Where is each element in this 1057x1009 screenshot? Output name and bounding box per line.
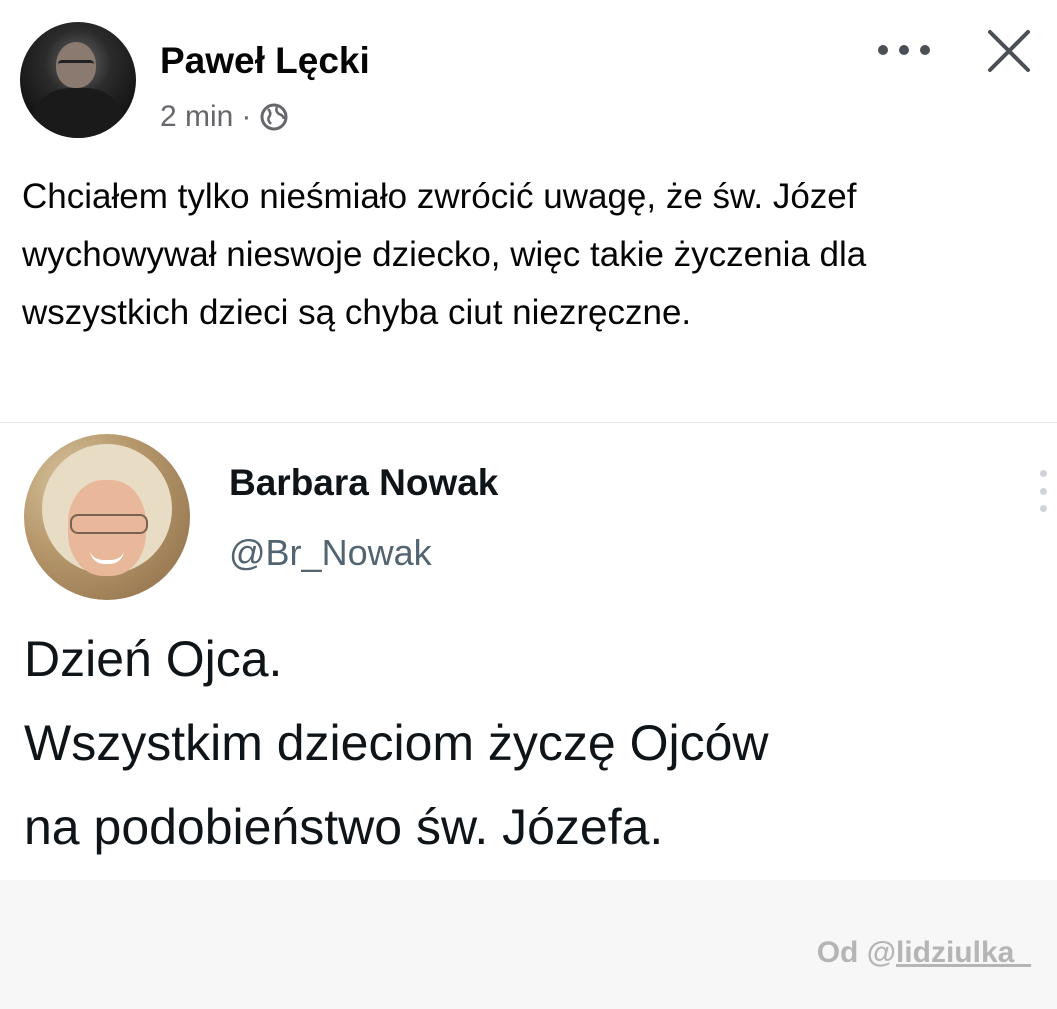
credit-watermark: Od @lidziulka_ bbox=[817, 936, 1031, 970]
post-meta: 2 min · bbox=[160, 100, 289, 134]
author-avatar[interactable] bbox=[20, 22, 136, 138]
tweet-line: Wszystkim dzieciom życzę Ojców bbox=[24, 715, 769, 771]
credit-prefix: Od @ bbox=[816, 936, 896, 969]
post-text: Chciałem tylko nieśmiało zwrócić uwagę, … bbox=[22, 177, 867, 332]
tweet-text: Dzień Ojca. Wszystkim dzieciom życzę Ojc… bbox=[24, 617, 1044, 869]
more-vertical-icon[interactable] bbox=[1040, 470, 1048, 512]
author-name[interactable]: Paweł Lęcki bbox=[160, 40, 370, 82]
meta-separator: · bbox=[241, 100, 252, 133]
tweet-line: na podobieństwo św. Józefa. bbox=[24, 799, 664, 855]
post-header: Paweł Lęcki 2 min · bbox=[0, 0, 1057, 160]
post-time[interactable]: 2 min bbox=[160, 100, 233, 134]
tweet-author-handle[interactable]: @Br_Nowak bbox=[229, 532, 432, 574]
tweet-author-name[interactable]: Barbara Nowak bbox=[229, 462, 498, 504]
globe-icon bbox=[260, 103, 288, 131]
tweet-author-avatar[interactable] bbox=[24, 434, 190, 600]
divider bbox=[0, 422, 1057, 423]
more-horizontal-icon[interactable] bbox=[878, 38, 930, 62]
close-icon[interactable] bbox=[984, 26, 1034, 76]
tweet-line: Dzień Ojca. bbox=[24, 631, 283, 687]
credit-user[interactable]: lidziulka_ bbox=[896, 936, 1031, 969]
